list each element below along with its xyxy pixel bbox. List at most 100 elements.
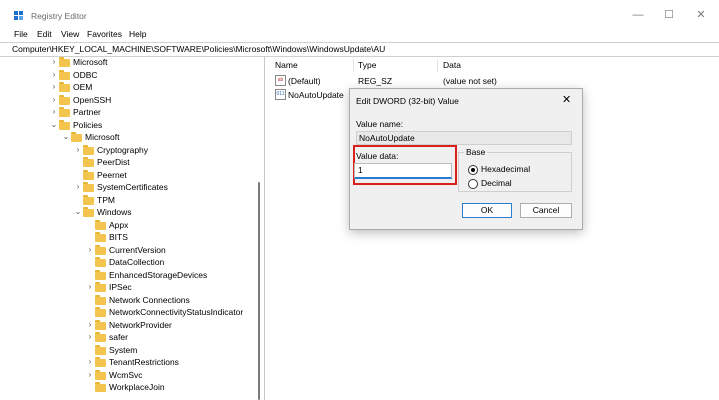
hexadecimal-label: Hexadecimal [481,164,531,174]
folder-icon [83,169,94,180]
chevron-right-icon[interactable]: › [74,182,82,191]
tree-item-label: Network Connections [109,294,190,305]
column-name-header[interactable]: Name [275,60,298,70]
tree-item-label: safer [109,332,128,342]
tree-item-label: IPSec [109,282,132,292]
column-separator [437,59,438,72]
tree-item-label: ODBC [73,69,98,80]
chevron-down-icon[interactable]: ⌄ [74,207,82,216]
minimize-button[interactable]: — [626,6,650,24]
folder-icon [95,269,106,280]
folder-icon [59,57,70,67]
chevron-right-icon[interactable]: › [50,82,58,91]
tree-item-label: SystemCertificates [97,182,168,192]
folder-icon [95,344,106,355]
title-bar: Registry Editor — ☐ ✕ [0,0,719,28]
tree-item-label: TenantRestrictions [109,357,179,367]
folder-icon [59,82,70,92]
chevron-right-icon[interactable]: › [86,370,94,379]
address-path: Computer\HKEY_LOCAL_MACHINE\SOFTWARE\Pol… [12,44,386,54]
row-name: (Default) [288,76,321,86]
string-value-icon: ab [275,75,286,86]
chevron-right-icon[interactable]: › [50,95,58,104]
tree-item-label: PeerDist [97,157,130,167]
menu-bar: File Edit View Favorites Help [0,28,719,42]
menu-help[interactable]: Help [129,29,146,39]
decimal-radio[interactable] [468,179,478,189]
folder-icon [95,307,106,317]
tree-item-label: Peernet [97,169,127,180]
key-tree: › Microsoft › ODBC › OEM › OpenSSH › Partner ⌄ Poli… [0,56,265,400]
folder-icon [95,369,106,380]
folder-icon [59,119,70,130]
column-separator [353,59,354,72]
close-button[interactable]: ✕ [689,6,713,24]
decimal-label: Decimal [481,178,512,188]
tree-item-label: TPM [97,194,115,205]
chevron-right-icon[interactable]: › [50,57,58,66]
chevron-right-icon[interactable]: › [86,245,94,254]
value-name-field: NoAutoUpdate [356,131,572,145]
menu-file[interactable]: File [14,29,28,39]
window-title: Registry Editor [31,11,87,21]
column-data-header[interactable]: Data [443,60,461,70]
folder-icon [95,232,106,242]
chevron-down-icon[interactable]: ⌄ [50,120,58,129]
menu-edit[interactable]: Edit [37,29,52,39]
tree-item-label: WorkplaceJoin [109,382,165,392]
folder-icon [95,282,106,292]
tree-item-label: Microsoft [73,57,108,67]
tree-item-label: Microsoft [85,132,120,142]
tree-item-label: NetworkConnectivityStatusIndicator [109,307,244,317]
chevron-right-icon[interactable]: › [86,282,94,291]
folder-icon [83,194,94,205]
folder-icon [95,382,106,392]
cancel-button[interactable]: Cancel [520,203,572,218]
dialog-close-icon[interactable]: ✕ [562,93,571,106]
tree-item-label: System [109,344,138,355]
chevron-right-icon[interactable]: › [86,332,94,341]
base-label: Base [464,147,488,157]
menu-view[interactable]: View [61,29,79,39]
row-type: REG_SZ [358,76,393,86]
folder-icon [95,257,106,267]
folder-icon [95,319,106,330]
address-bar[interactable]: Computer\HKEY_LOCAL_MACHINE\SOFTWARE\Pol… [0,42,719,57]
folder-icon [83,182,94,192]
ok-button[interactable]: OK [462,203,512,218]
chevron-down-icon[interactable]: ⌄ [62,132,70,141]
row-name: NoAutoUpdate [288,90,344,100]
tree-item-label: Appx [109,219,129,230]
column-type-header[interactable]: Type [358,60,376,70]
folder-icon [95,332,106,342]
maximize-button[interactable]: ☐ [657,6,681,24]
tree-scrollbar[interactable] [258,182,260,400]
folder-icon [83,207,94,217]
chevron-right-icon[interactable]: › [86,320,94,329]
tree-item-label: OEM [73,82,93,92]
folder-icon [83,157,94,167]
dword-value-icon: 011 [275,89,286,100]
folder-icon [59,94,70,105]
chevron-right-icon[interactable]: › [50,107,58,116]
chevron-right-icon[interactable]: › [50,70,58,79]
registry-editor-icon [14,11,24,21]
tree-item-label: DataCollection [109,257,165,267]
value-name-text: NoAutoUpdate [359,133,415,143]
folder-icon [59,107,70,117]
chevron-right-icon[interactable]: › [74,145,82,154]
tree-item-label: CurrentVersion [109,244,166,255]
tree-item-label: Windows [97,207,132,217]
hexadecimal-radio[interactable] [468,165,478,175]
chevron-right-icon[interactable]: › [86,357,94,366]
value-data-input[interactable]: 1 [354,163,452,179]
menu-favorites[interactable]: Favorites [87,29,122,39]
value-data-label: Value data: [356,151,399,161]
tree-item-label: WcmSvc [109,369,143,380]
tree-item-label: Policies [73,119,103,130]
tree-item-label: OpenSSH [73,94,112,105]
value-data-text: 1 [358,165,363,175]
tree-item-label: Cryptography [97,144,149,155]
tree-item-label: NetworkProvider [109,319,172,330]
tree-item-label: BITS [109,232,128,242]
